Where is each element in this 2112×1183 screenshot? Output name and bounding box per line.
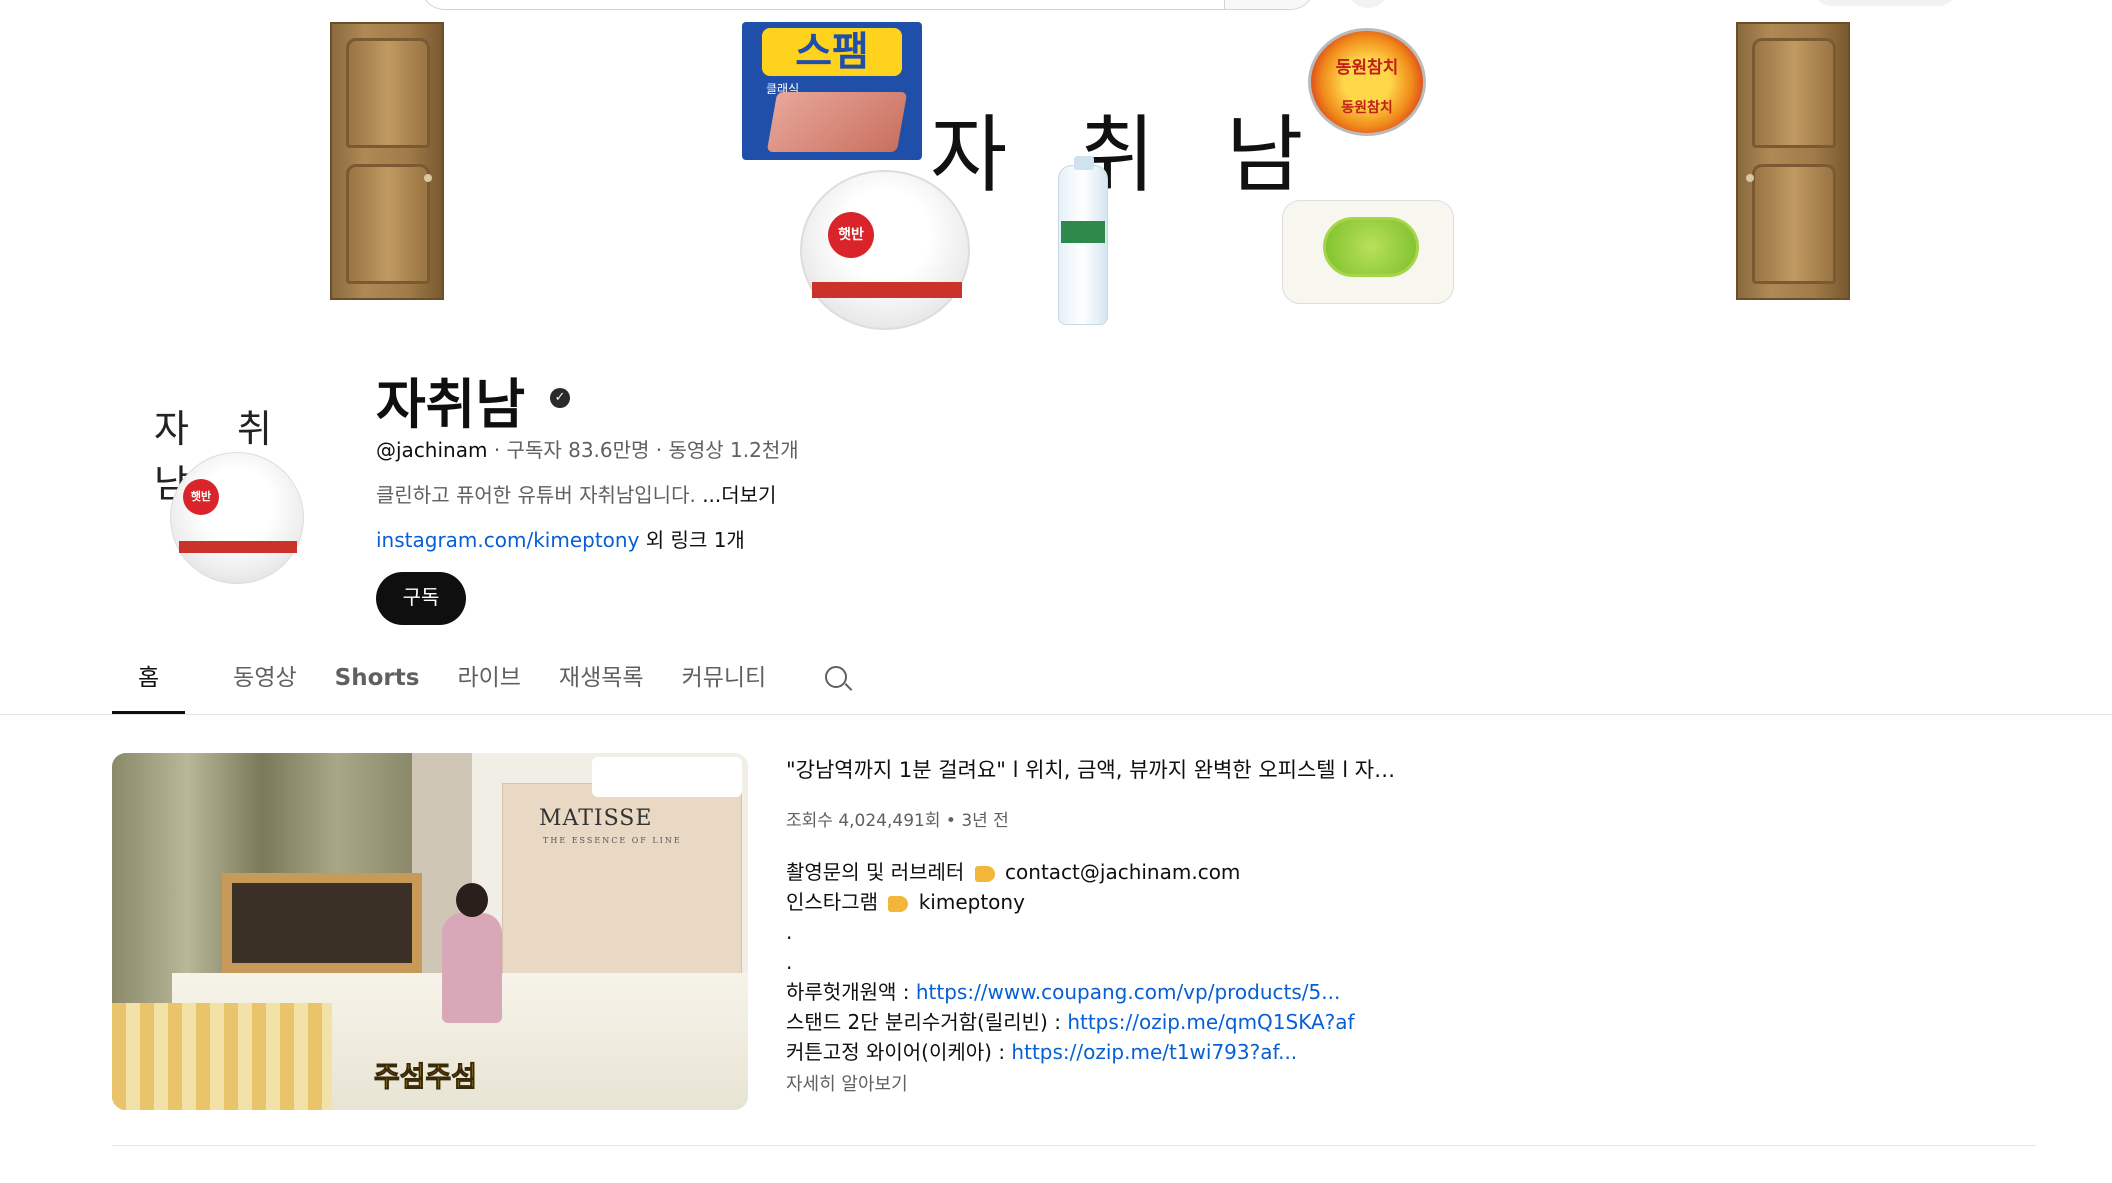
tab-playlists[interactable]: 재생목록 xyxy=(559,656,644,714)
read-more-link[interactable]: 자세히 알아보기 xyxy=(786,1070,908,1096)
desc-line1-prefix: 촬영문의 및 러브레터 xyxy=(786,860,971,884)
thumb-caption: 주섬주섬 xyxy=(373,1060,478,1094)
avatar-rice-badge: 햇반 xyxy=(183,479,219,515)
verified-icon: ✓ xyxy=(550,388,570,408)
subscribe-button[interactable]: 구독 xyxy=(376,572,466,625)
channel-meta: @jachinam · 구독자 83.6만명 · 동영상 1.2천개 xyxy=(376,434,799,463)
description-more-link[interactable]: ...더보기 xyxy=(702,483,776,507)
tab-videos[interactable]: 동영상 xyxy=(233,656,296,714)
channel-banner: 스팸 클래식 자 취 남 동원참치 동원참치 햇반 xyxy=(0,0,2112,330)
desc-line2-prefix: 인스타그램 xyxy=(786,890,885,914)
desc-dot: . xyxy=(786,920,793,944)
instagram-link[interactable]: instagram.com/kimeptony xyxy=(376,528,639,552)
more-links[interactable]: 외 링크 1개 xyxy=(639,528,745,552)
search-icon[interactable] xyxy=(823,664,853,694)
desc-item3-link[interactable]: https://ozip.me/t1wi793?af... xyxy=(1011,1040,1297,1064)
desc-dot: . xyxy=(786,950,793,974)
water-bottle-image xyxy=(1058,156,1108,325)
featured-video-thumbnail[interactable]: MATISSE THE ESSENCE OF LINE 주섬주섬 xyxy=(112,753,748,1110)
channel-description-text: 클린하고 퓨어한 유튜버 자취남입니다. xyxy=(376,483,703,507)
banner-title: 자 취 남 xyxy=(930,106,1326,204)
channel-stats: · 구독자 83.6만명 · 동영상 1.2천개 xyxy=(487,438,799,462)
pointing-hand-icon xyxy=(888,895,909,912)
spam-can-image: 스팸 클래식 xyxy=(742,22,922,160)
channel-handle: @jachinam xyxy=(376,438,488,462)
featured-video-title[interactable]: "강남역까지 1분 걸려요" l 위치, 금액, 뷰까지 완벽한 오피스텔 l … xyxy=(786,754,1406,784)
featured-video-meta: 조회수 4,024,491회 • 3년 전 xyxy=(786,811,1009,831)
tuna-label: 동원참치 xyxy=(1335,58,1399,78)
desc-item2-link[interactable]: https://ozip.me/qmQ1SKA?af xyxy=(1067,1010,1354,1034)
desc-instagram: kimeptony xyxy=(918,890,1025,914)
channel-links[interactable]: instagram.com/kimeptony 외 링크 1개 xyxy=(376,524,745,553)
desc-item1-link[interactable]: https://www.coupang.com/vp/products/5... xyxy=(916,980,1340,1004)
channel-avatar[interactable]: 자 취 남 햇반 xyxy=(148,378,324,598)
tab-home[interactable]: 홈 xyxy=(111,656,186,714)
door-image-left xyxy=(330,22,444,300)
section-divider xyxy=(112,1145,2036,1146)
tabs-divider xyxy=(0,714,2112,715)
wet-wipes-image xyxy=(1282,200,1454,304)
channel-name: 자취남 xyxy=(376,373,526,436)
spam-logo: 스팸 xyxy=(762,28,902,76)
tuna-can-image: 동원참치 동원참치 xyxy=(1308,28,1426,136)
door-image-right xyxy=(1736,22,1850,300)
featured-video-description: 촬영문의 및 러브레터 contact@jachinam.com 인스타그램 k… xyxy=(786,857,1426,1067)
desc-item1-label: 하루헛개원액 : xyxy=(786,980,916,1004)
tab-community[interactable]: 커뮤니티 xyxy=(682,656,767,714)
channel-description[interactable]: 클린하고 퓨어한 유튜버 자취남입니다. ...더보기 xyxy=(376,479,776,508)
tab-shorts[interactable]: Shorts xyxy=(335,656,420,714)
pointing-hand-icon xyxy=(974,865,995,882)
rice-bowl-image: 햇반 xyxy=(800,170,970,330)
thumb-brand: MATISSE xyxy=(539,806,653,831)
desc-item3-label: 커튼고정 와이어(이케아) : xyxy=(786,1040,1012,1064)
channel-tabs: 홈 동영상 Shorts 라이브 재생목록 커뮤니티 xyxy=(111,656,804,714)
tuna-label-2: 동원참치 xyxy=(1341,100,1393,116)
tab-live[interactable]: 라이브 xyxy=(457,656,520,714)
thumb-sub: THE ESSENCE OF LINE xyxy=(543,836,682,845)
rice-badge: 햇반 xyxy=(828,212,874,258)
desc-item2-label: 스탠드 2단 분리수거함(릴리빈) : xyxy=(786,1010,1068,1034)
desc-email: contact@jachinam.com xyxy=(1005,860,1241,884)
